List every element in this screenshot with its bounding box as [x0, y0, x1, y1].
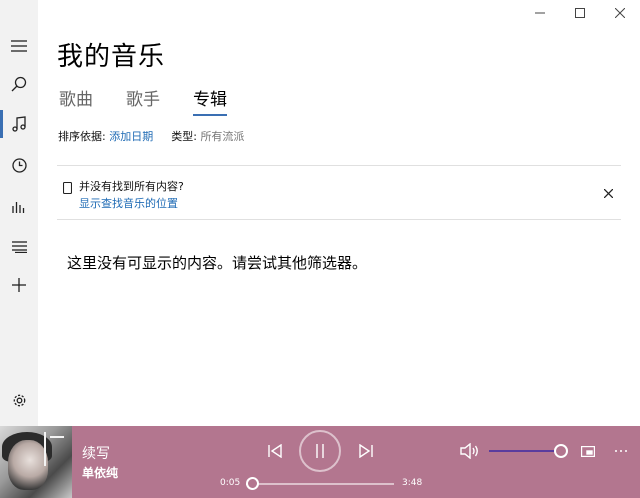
playlist-icon — [11, 241, 27, 253]
show-music-locations-link[interactable]: 显示查找音乐的位置 — [79, 195, 178, 211]
next-track-icon — [359, 444, 373, 458]
volume-thumb[interactable] — [554, 444, 568, 458]
pause-icon — [316, 444, 324, 458]
sidebar-item-now-playing[interactable] — [0, 186, 38, 226]
hamburger-menu-button[interactable] — [0, 26, 38, 66]
add-playlist-button[interactable] — [0, 265, 38, 305]
hamburger-menu-icon — [11, 40, 27, 52]
now-playing-bar: 续写 单依纯 0:05 3:48 — [0, 426, 640, 498]
sort-filter: 排序依据: 添加日期 — [58, 128, 153, 144]
song-title[interactable]: 续写 — [82, 443, 110, 463]
close-icon — [603, 188, 613, 198]
settings-gear-icon — [13, 394, 25, 406]
sidebar-item-my-music[interactable] — [0, 104, 38, 144]
search-icon — [11, 76, 27, 92]
music-note-icon — [12, 116, 26, 132]
close-window-button[interactable] — [600, 0, 640, 26]
previous-track-icon — [268, 444, 282, 458]
empty-state-message: 这里没有可显示的内容。请尝试其他筛选器。 — [67, 254, 368, 272]
filter-bar: 排序依据: 添加日期 类型: 所有流派 — [58, 128, 262, 144]
add-icon — [12, 278, 26, 292]
genre-filter: 类型: 所有流派 — [171, 128, 244, 144]
window-caption-controls — [520, 0, 640, 26]
seek-thumb[interactable] — [245, 477, 259, 490]
genre-label: 类型: — [171, 130, 197, 143]
mini-player-icon — [581, 445, 595, 457]
notice-title: 并没有找到所有内容? — [79, 180, 184, 193]
play-pause-button[interactable] — [299, 430, 341, 472]
sidebar-item-recent[interactable] — [0, 145, 38, 185]
next-track-button[interactable] — [355, 440, 377, 462]
maximize-button[interactable] — [560, 0, 600, 26]
divider — [57, 219, 621, 220]
song-artist[interactable]: 单依纯 — [82, 464, 118, 481]
page-title: 我的音乐 — [57, 42, 166, 72]
current-time: 0:05 — [220, 478, 241, 488]
dismiss-notice-button[interactable] — [601, 186, 615, 200]
total-time: 3:48 — [402, 478, 423, 488]
volume-button[interactable] — [460, 442, 480, 460]
minimize-button[interactable] — [520, 0, 560, 26]
missing-content-notice: 并没有找到所有内容? 显示查找音乐的位置 — [57, 166, 621, 219]
sidebar-item-playlists[interactable] — [0, 227, 38, 267]
tab-artists[interactable]: 歌手 — [126, 85, 160, 116]
sort-label: 排序依据: — [58, 130, 106, 143]
settings-button[interactable] — [0, 380, 38, 420]
seek-bar[interactable] — [245, 477, 394, 490]
tab-songs[interactable]: 歌曲 — [59, 85, 93, 116]
now-playing-bars-icon — [12, 202, 25, 213]
previous-track-button[interactable] — [264, 440, 286, 462]
close-icon — [615, 8, 625, 18]
tab-albums[interactable]: 专辑 — [193, 85, 227, 116]
minimize-icon — [535, 12, 545, 14]
mini-player-button[interactable] — [580, 443, 596, 459]
volume-slider[interactable] — [489, 444, 568, 458]
genre-dropdown[interactable]: 所有流派 — [200, 130, 244, 143]
more-options-button[interactable] — [612, 443, 630, 459]
search-button[interactable] — [0, 64, 38, 104]
volume-speaker-icon — [460, 443, 478, 459]
sidebar — [0, 0, 38, 426]
recent-clock-icon — [11, 157, 27, 173]
phone-device-icon — [62, 179, 73, 198]
maximize-icon — [575, 8, 585, 18]
sort-dropdown[interactable]: 添加日期 — [109, 130, 153, 143]
album-art[interactable] — [0, 426, 72, 498]
content-tabs: 歌曲 歌手 专辑 — [59, 85, 260, 116]
